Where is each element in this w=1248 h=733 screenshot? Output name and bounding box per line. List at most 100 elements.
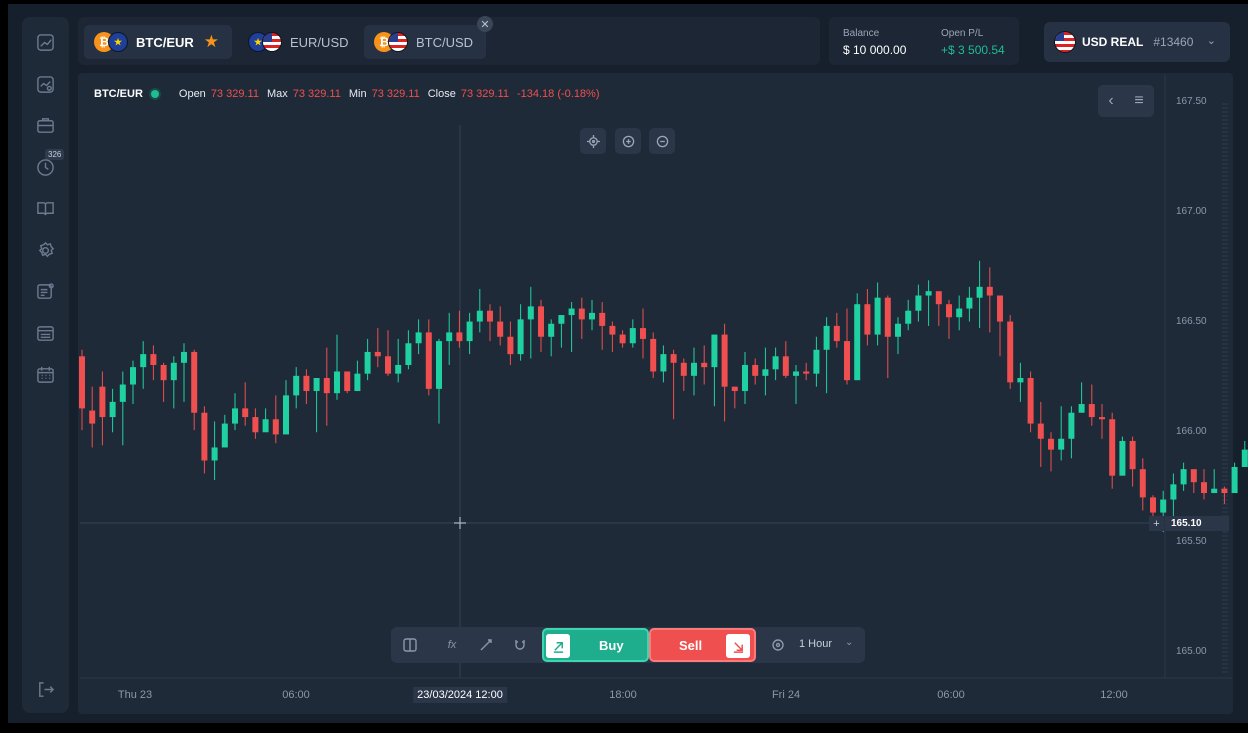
arrow-up-right-icon [546,634,570,658]
candle-body [1160,499,1167,513]
open-label: Open [178,88,206,100]
current-price-tag: 165.10 [1165,516,1229,531]
candle-body [833,325,840,342]
zoom-in-icon[interactable] [615,128,641,154]
candle-body [89,410,96,424]
candle-body [374,351,381,357]
time-axis-label: 12:00 [1100,689,1128,701]
add-alert-icon[interactable]: + [1149,516,1164,531]
candle-body [1017,378,1024,383]
time-axis-label: 06:00 [937,689,965,701]
candle-body [242,408,249,418]
candle-body [150,354,157,365]
candle-body [619,334,626,344]
candle-body [456,332,463,342]
candle-body [793,371,799,376]
candle-body [201,412,208,461]
candle-body [446,332,453,342]
candle-body [1150,497,1156,513]
candle-body [507,336,514,355]
candle-body [497,321,504,337]
side-panel-controls: ‹ ≡ [1098,85,1154,117]
candle-body [946,304,952,318]
candle-body [487,310,493,322]
min-value: 73 329.11 [371,88,420,100]
crosshair-cursor [454,517,466,529]
sell-button[interactable]: Sell [649,628,756,662]
candle-body [1078,404,1085,413]
candle-body [976,286,983,298]
timeframe-label[interactable]: 1 Hour [799,638,832,650]
candle-body [874,297,881,335]
candle-body [160,364,167,381]
candle-body [79,356,85,409]
candle-body [997,295,1003,322]
candle-body [1119,440,1126,476]
candle-body [415,332,422,344]
live-status-dot [150,90,159,98]
candle-body [568,308,575,316]
candle-body [385,356,391,374]
close-label: Close [427,88,456,100]
candle-body [1180,469,1187,485]
candle-body [181,351,187,363]
candle-body [680,362,687,376]
candle-body [762,369,769,376]
candle-body [782,356,789,376]
candle-body [1027,378,1034,424]
chart-pair: BTC/EUR [94,88,143,100]
candle-body [1048,438,1054,450]
candle-body [772,356,779,370]
candle-body [191,351,198,413]
candle-body [578,308,585,320]
order-book-icon[interactable]: ≡ [1134,92,1143,110]
candle-body [527,306,534,320]
candle-body [691,362,697,376]
chevron-down-icon[interactable]: ⌄ [845,637,853,648]
candle-body [232,408,238,424]
candle-body [640,328,646,339]
candle-body [99,386,106,418]
buy-button[interactable]: Buy [542,628,649,662]
zoom-out-icon[interactable] [649,128,675,154]
candle-body [1068,412,1075,439]
candle-body [956,308,963,318]
change-value: -134.18 (-0.18%) [516,88,600,100]
candle-body [170,362,177,381]
candle-body [538,306,544,337]
close-value: 73 329.11 [460,88,509,100]
draw-tool-icon[interactable] [477,636,495,654]
candle-body [864,304,871,335]
candle-body [109,401,116,418]
time-axis-label: Thu 23 [117,689,153,701]
candle-body [884,297,891,337]
candle-body [1129,440,1136,470]
candle-body [262,419,269,433]
candle-body [915,295,922,311]
candle-body [742,364,748,392]
candle-body [905,310,912,324]
candle-body [252,417,259,433]
candle-body [925,291,932,296]
layout-icon[interactable] [401,636,419,654]
candle-body [119,384,126,402]
candle-body [466,321,473,342]
candle-body [670,354,677,363]
candle-body [476,310,483,322]
price-axis-label: 166.50 [1176,316,1207,327]
ohlc-info-bar: BTC/EUR Open 73 329.11 Max 73 329.11 Min 73… [94,86,608,102]
candle-body [211,447,218,461]
candle-body [660,354,667,372]
collapse-left-icon[interactable]: ‹ [1108,92,1113,110]
indicators-icon[interactable]: fx [443,636,461,654]
candle-body [752,364,759,376]
candle-body [966,297,973,309]
timeframe-settings-icon[interactable] [769,636,787,654]
crosshair-time-label: 23/03/2024 12:00 [413,687,507,703]
candle-body [354,373,361,392]
magnet-icon[interactable] [511,636,529,654]
candle-body [1241,449,1248,467]
crosshair-icon[interactable] [580,128,606,154]
candle-body [323,378,330,394]
price-chart[interactable] [0,0,1248,733]
